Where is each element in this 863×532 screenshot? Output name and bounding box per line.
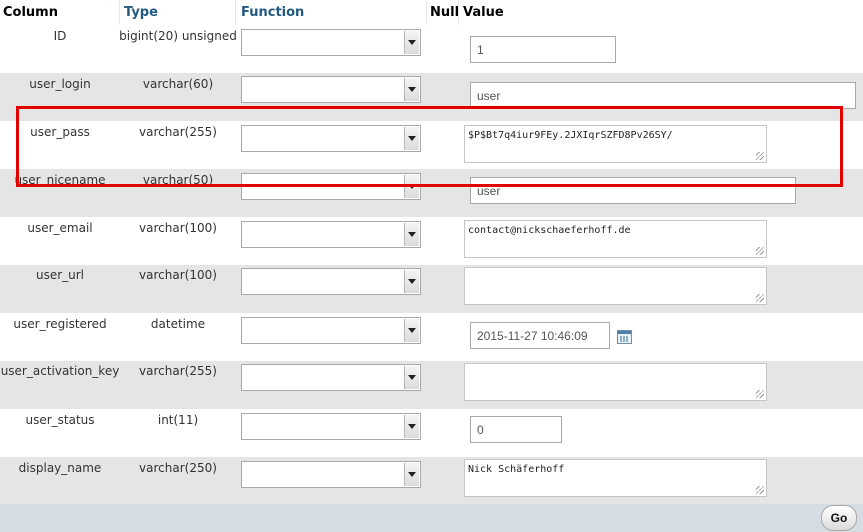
header-divider bbox=[119, 0, 120, 25]
table-row: user_registered datetime 2015-11-27 10:4… bbox=[0, 313, 863, 361]
chevron-down-icon[interactable] bbox=[404, 319, 419, 342]
column-name: user_registered bbox=[13, 317, 107, 331]
chevron-down-icon[interactable] bbox=[404, 175, 419, 198]
resize-grip-icon[interactable] bbox=[756, 390, 764, 398]
chevron-down-icon[interactable] bbox=[404, 463, 419, 486]
table-row: display_name varchar(250) Nick Schäferho… bbox=[0, 457, 863, 504]
column-type: varchar(255) bbox=[139, 125, 217, 139]
function-select[interactable] bbox=[241, 461, 421, 488]
calendar-icon[interactable] bbox=[617, 330, 632, 344]
column-name: user_login bbox=[29, 77, 91, 91]
column-name: display_name bbox=[18, 461, 102, 475]
go-button[interactable]: Go bbox=[821, 505, 857, 531]
chevron-down-icon[interactable] bbox=[404, 31, 419, 54]
header-type[interactable]: Type bbox=[124, 0, 158, 25]
function-select[interactable] bbox=[241, 413, 421, 440]
header-divider bbox=[458, 0, 459, 25]
column-name: user_nicename bbox=[14, 173, 106, 187]
function-select[interactable] bbox=[241, 125, 421, 152]
chevron-down-icon[interactable] bbox=[404, 415, 419, 438]
table-row: user_nicename varchar(50) user bbox=[0, 169, 863, 217]
header-null: Null bbox=[430, 5, 460, 20]
table-row: ID bigint(20) unsigned 1 bbox=[0, 25, 863, 73]
table-row: user_status int(11) 0 bbox=[0, 409, 863, 457]
header-value: Value bbox=[463, 5, 504, 20]
table-row: user_pass varchar(255) $P$Bt7q4iur9FEy.2… bbox=[0, 121, 863, 169]
value-input[interactable]: 1 bbox=[470, 36, 616, 63]
value-input[interactable]: user bbox=[470, 82, 856, 109]
table-row: user_email varchar(100) contact@nickscha… bbox=[0, 217, 863, 265]
resize-grip-icon[interactable] bbox=[756, 152, 764, 160]
value-textarea[interactable]: contact@nickschaeferhoff.de bbox=[464, 220, 767, 258]
column-type: varchar(50) bbox=[142, 173, 214, 187]
chevron-down-icon[interactable] bbox=[404, 366, 419, 389]
column-type: varchar(255) bbox=[139, 364, 217, 378]
column-type: bigint(20) unsigned bbox=[119, 29, 237, 43]
table-row: user_login varchar(60) user bbox=[0, 73, 863, 121]
table-row: user_activation_key varchar(255) bbox=[0, 361, 863, 409]
column-name: user_url bbox=[35, 268, 85, 282]
datetime-input[interactable]: 2015-11-27 10:46:09 bbox=[470, 322, 610, 349]
column-name: ID bbox=[53, 29, 67, 43]
value-textarea[interactable]: Nick Schäferhoff bbox=[464, 459, 767, 497]
chevron-down-icon[interactable] bbox=[404, 127, 419, 150]
column-name: user_pass bbox=[30, 125, 90, 139]
value-text: contact@nickschaeferhoff.de bbox=[468, 225, 631, 236]
column-type: varchar(100) bbox=[139, 221, 217, 235]
value-text: $P$Bt7q4iur9FEy.2JXIqrSZFD8Pv26SY/ bbox=[468, 130, 673, 141]
chevron-down-icon[interactable] bbox=[404, 223, 419, 246]
value-textarea[interactable] bbox=[464, 267, 767, 305]
value-input[interactable]: user bbox=[470, 177, 796, 204]
function-select[interactable] bbox=[241, 29, 421, 56]
column-type: varchar(100) bbox=[139, 268, 217, 282]
value-textarea[interactable]: $P$Bt7q4iur9FEy.2JXIqrSZFD8Pv26SY/ bbox=[464, 125, 767, 163]
chevron-down-icon[interactable] bbox=[404, 78, 419, 101]
header-divider bbox=[235, 0, 236, 25]
chevron-down-icon[interactable] bbox=[404, 270, 419, 293]
function-select[interactable] bbox=[241, 364, 421, 391]
column-name: user_status bbox=[25, 413, 95, 427]
column-type: varchar(250) bbox=[139, 461, 217, 475]
column-name: user_email bbox=[27, 221, 93, 235]
header-divider bbox=[426, 0, 427, 25]
column-type: varchar(60) bbox=[142, 77, 214, 91]
table-header: Column Type Function Null Value bbox=[0, 0, 863, 25]
resize-grip-icon[interactable] bbox=[756, 486, 764, 494]
column-name: user_activation_key bbox=[0, 364, 120, 378]
resize-grip-icon[interactable] bbox=[756, 294, 764, 302]
column-type: int(11) bbox=[157, 413, 199, 427]
column-type: datetime bbox=[150, 317, 206, 331]
function-select[interactable] bbox=[241, 173, 421, 200]
header-column: Column bbox=[3, 5, 58, 20]
function-select[interactable] bbox=[241, 221, 421, 248]
function-select[interactable] bbox=[241, 268, 421, 295]
form-footer: Go bbox=[0, 504, 863, 532]
value-textarea[interactable] bbox=[464, 363, 767, 401]
value-text: Nick Schäferhoff bbox=[468, 464, 565, 475]
value-input[interactable]: 0 bbox=[470, 416, 562, 443]
function-select[interactable] bbox=[241, 317, 421, 344]
header-function[interactable]: Function bbox=[241, 0, 304, 25]
table-row: user_url varchar(100) bbox=[0, 265, 863, 313]
function-select[interactable] bbox=[241, 76, 421, 103]
resize-grip-icon[interactable] bbox=[756, 247, 764, 255]
